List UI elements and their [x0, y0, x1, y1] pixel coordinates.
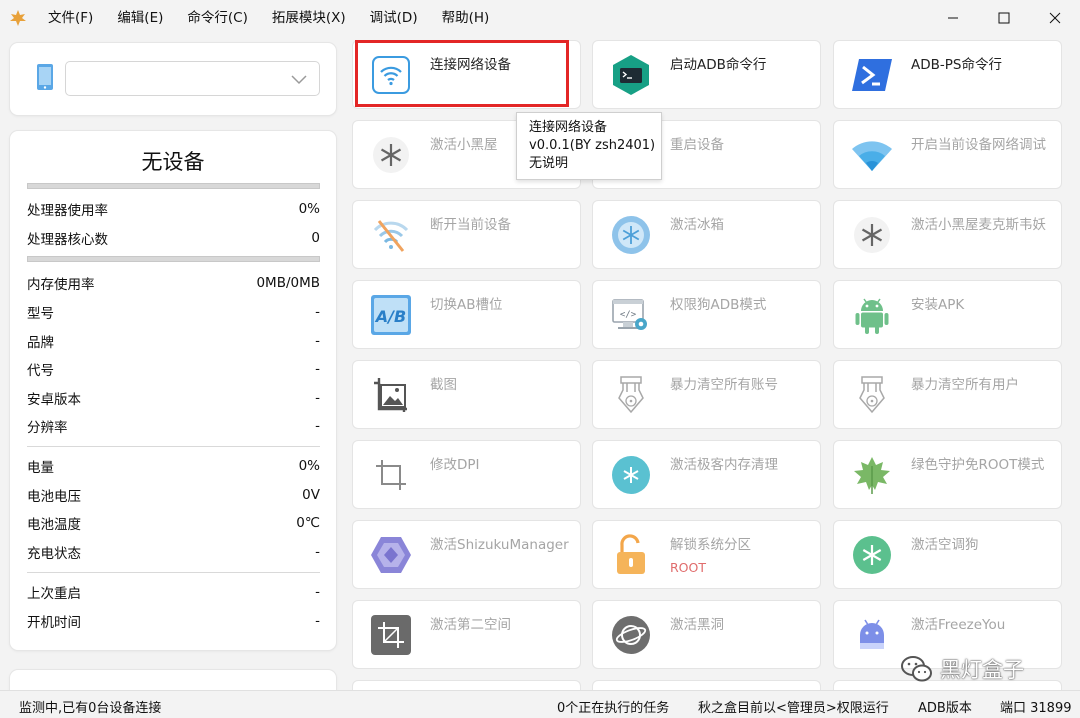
memory-usage-bar	[27, 256, 320, 262]
menu-debug[interactable]: 调试(D)	[358, 0, 430, 36]
shizuku-icon	[369, 533, 413, 577]
minimize-button[interactable]	[927, 0, 978, 36]
tile-greenify-no-root[interactable]: 绿色守护免ROOT模式	[833, 440, 1062, 509]
selection-highlight	[355, 40, 569, 107]
status-port: 端口 31899	[1000, 701, 1072, 716]
stat-voltage: 电池电压 0V	[27, 487, 320, 505]
tile-force-clear-users[interactable]: 暴力清空所有用户	[833, 360, 1062, 429]
android-icon	[850, 293, 894, 337]
tile-unlock-system-partition[interactable]: 解锁系统分区 ROOT	[592, 520, 821, 589]
tooltip-version: v0.0.1(BY zsh2401)	[529, 138, 656, 153]
watermark: 黑灯盒子	[900, 652, 1060, 686]
maximize-button[interactable]	[978, 0, 1029, 36]
snowflake-icon	[850, 213, 894, 257]
stat-uptime: 开机时间 -	[27, 613, 320, 631]
tooltip-description: 无说明	[529, 156, 569, 171]
chevron-down-icon	[291, 75, 307, 85]
stat-charge-state: 充电状态 -	[27, 544, 320, 562]
snowflake-icon	[369, 133, 413, 177]
tile-partial[interactable]	[352, 680, 581, 690]
code-gear-icon: </>	[609, 293, 653, 337]
minimize-icon	[947, 17, 958, 19]
tile-modify-dpi[interactable]: 修改DPI	[352, 440, 581, 509]
tooltip: 连接网络设备 v0.0.1(BY zsh2401) 无说明	[516, 112, 662, 180]
root-required-label: ROOT	[670, 560, 706, 575]
stat-android-version: 安卓版本 -	[27, 390, 320, 408]
wifi-off-icon	[369, 213, 413, 257]
device-select[interactable]	[65, 61, 320, 96]
device-name: 无设备	[141, 150, 205, 174]
ab-slot-icon: A/B	[369, 293, 413, 337]
wifi-signal-icon	[850, 133, 894, 177]
stat-resolution: 分辨率 -	[27, 418, 320, 436]
maximize-icon	[998, 12, 1009, 24]
memory-clean-icon	[609, 453, 653, 497]
status-tasks: 0个正在执行的任务	[557, 701, 670, 716]
tile-force-clear-accounts[interactable]: 暴力清空所有账号	[592, 360, 821, 429]
tile-install-apk[interactable]: 安装APK	[833, 280, 1062, 349]
stat-cpu-usage: 处理器使用率 0%	[27, 201, 320, 219]
menu-file[interactable]: 文件(F)	[36, 0, 105, 36]
crop-square-icon	[369, 613, 413, 657]
tile-permission-dog-adb[interactable]: </> 权限狗ADB模式	[592, 280, 821, 349]
stat-cpu-cores: 处理器核心数 0	[27, 230, 320, 248]
watermark-text: 黑灯盒子	[940, 658, 1024, 682]
stat-battery: 电量 0%	[27, 458, 320, 476]
stat-memory: 内存使用率 0MB/0MB	[27, 275, 320, 293]
screenshot-icon	[369, 373, 413, 417]
powershell-icon	[850, 53, 894, 97]
leaf-icon	[850, 453, 894, 497]
tile-disconnect-device[interactable]: 断开当前设备	[352, 200, 581, 269]
stat-temperature: 电池温度 0℃	[27, 515, 320, 533]
freezeyou-icon	[850, 613, 894, 657]
status-bar: 监测中,已有0台设备连接 0个正在执行的任务 秋之盒目前以<管理员>权限运行 A…	[0, 690, 1080, 718]
menu-bar: 文件(F) 编辑(E) 命令行(C) 拓展模块(X) 调试(D) 帮助(H)	[36, 0, 501, 36]
tile-enable-network-debug[interactable]: 开启当前设备网络调试	[833, 120, 1062, 189]
ice-box-icon	[609, 213, 653, 257]
nuke-icon	[609, 373, 653, 417]
wechat-icon	[901, 656, 932, 682]
close-button[interactable]	[1029, 0, 1080, 36]
tile-switch-ab-slot[interactable]: A/B 切换AB槽位	[352, 280, 581, 349]
status-adb-version: ADB版本	[918, 701, 972, 716]
status-privilege: 秋之盒目前以<管理员>权限运行	[698, 701, 889, 716]
tile-activate-second-space[interactable]: 激活第二空间	[352, 600, 581, 669]
app-logo-icon	[0, 0, 36, 36]
cpu-usage-bar	[27, 183, 320, 189]
blackhole-icon	[609, 613, 653, 657]
stat-last-reboot: 上次重启 -	[27, 584, 320, 602]
title-bar: 文件(F) 编辑(E) 命令行(C) 拓展模块(X) 调试(D) 帮助(H)	[0, 0, 1080, 36]
svg-text:</>: </>	[620, 310, 637, 320]
stat-brand: 品牌 -	[27, 333, 320, 351]
tile-screenshot[interactable]: 截图	[352, 360, 581, 429]
unlock-icon	[609, 533, 653, 577]
crop-icon	[369, 453, 413, 497]
stat-model: 型号 -	[27, 304, 320, 322]
tile-activate-ac-dog[interactable]: 激活空调狗	[833, 520, 1062, 589]
nuke-icon	[850, 373, 894, 417]
divider	[27, 572, 320, 573]
divider	[27, 446, 320, 447]
tooltip-title: 连接网络设备	[529, 120, 608, 135]
tile-activate-geek-memory-clean[interactable]: 激活极客内存清理	[592, 440, 821, 509]
menu-help[interactable]: 帮助(H)	[430, 0, 502, 36]
status-monitoring: 监测中,已有0台设备连接	[19, 701, 162, 716]
menu-command[interactable]: 命令行(C)	[175, 0, 259, 36]
tile-activate-icebox[interactable]: 激活冰箱	[592, 200, 821, 269]
stat-code: 代号 -	[27, 361, 320, 379]
tile-activate-blackroom-maxwell[interactable]: 激活小黑屋麦克斯韦妖	[833, 200, 1062, 269]
snowflake-green-icon	[850, 533, 894, 577]
phone-icon	[36, 63, 54, 95]
tile-activate-shizuku[interactable]: 激活ShizukuManager	[352, 520, 581, 589]
tile-adb-ps-shell[interactable]: ADB-PS命令行	[833, 40, 1062, 109]
tile-partial[interactable]	[592, 680, 821, 690]
close-icon	[1049, 12, 1060, 24]
menu-extensions[interactable]: 拓展模块(X)	[260, 0, 358, 36]
menu-edit[interactable]: 编辑(E)	[105, 0, 175, 36]
tile-activate-blackhole[interactable]: 激活黑洞	[592, 600, 821, 669]
tile-start-adb-shell[interactable]: 启动ADB命令行	[592, 40, 821, 109]
terminal-icon	[609, 53, 653, 97]
svg-text:A/B: A/B	[374, 307, 406, 326]
